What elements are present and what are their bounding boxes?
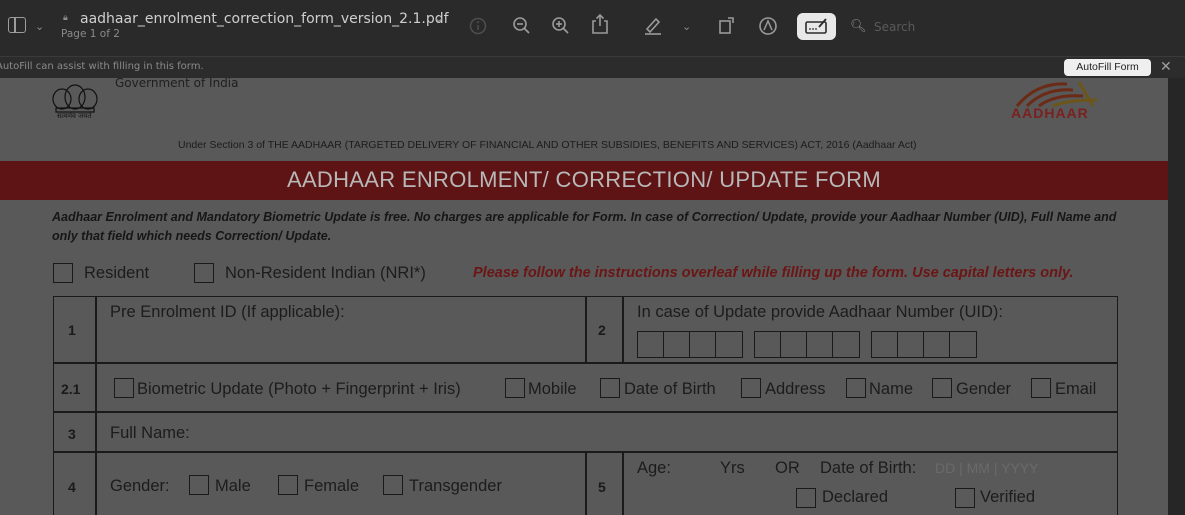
transgender-label: Transgender [409,477,502,495]
sidebar-toggle-icon[interactable] [8,17,26,33]
row-number: 2 [598,322,606,338]
pdf-page: सत्यमेव जयते Government of India AADHAAR… [0,78,1168,515]
highlight-pen-icon[interactable] [643,15,663,35]
page-indicator: Page 1 of 2 [61,28,120,40]
autofill-form-button[interactable]: AutoFill Form [1064,59,1151,76]
row-number: 4 [68,479,76,495]
date-of-birth-label: Date of Birth: [820,459,917,477]
zoom-out-icon[interactable] [512,16,532,36]
biometric-update-label: Biometric Update (Photo + Fingerprint + … [137,380,461,398]
pre-enrolment-id-label: Pre Enrolment ID (If applicable): [110,303,345,321]
or-label: OR [775,459,800,477]
female-label: Female [304,477,360,495]
share-icon[interactable] [591,13,609,35]
markup-icon[interactable] [758,16,778,36]
gender-label: Gender: [110,477,170,495]
vertical-scrollbar[interactable] [1168,78,1185,515]
verified-label: Verified [980,488,1036,506]
aadhaar-number-label: In case of Update provide Aadhaar Number… [637,303,1003,321]
zoom-in-icon[interactable] [551,16,571,36]
national-emblem-icon [52,84,98,113]
row-number: 2.1 [61,381,81,397]
male-checkbox[interactable] [189,475,209,495]
toolbar: ⌄ 🔒︎ aadhaar_enrolment_correction_form_v… [0,0,1185,56]
row-number: 3 [68,426,76,442]
close-icon[interactable]: ✕ [1160,59,1172,75]
female-checkbox[interactable] [278,475,298,495]
title-chevron-down-icon[interactable]: ⌄ [433,10,445,26]
autofill-message: AutoFill can assist with filling in this… [0,61,204,72]
nri-label: Non-Resident Indian (NRI*) [225,264,426,282]
form-fill-icon [805,18,827,34]
column-divider [622,296,624,362]
search-icon: 🔍︎ [850,19,867,34]
chevron-down-icon[interactable]: ⌄ [35,20,44,33]
form-filling-button[interactable] [797,13,836,40]
aadhaar-logo-icon [1015,81,1098,108]
declared-checkbox[interactable] [796,488,816,508]
mobile-label: Mobile [528,380,577,398]
column-divider [622,451,624,515]
document-title[interactable]: aadhaar_enrolment_correction_form_versio… [80,11,449,27]
address-label: Address [765,380,826,398]
name-label: Name [869,380,914,398]
rotate-icon[interactable] [717,15,737,35]
column-divider [585,451,587,515]
info-icon[interactable] [469,17,487,35]
declared-label: Declared [822,488,889,506]
uid-digits-group-2[interactable] [754,331,860,358]
email-checkbox[interactable] [1031,378,1051,398]
biometric-update-checkbox[interactable] [114,378,134,398]
highlight-options-chevron-icon[interactable]: ⌄ [682,20,691,33]
address-checkbox[interactable] [741,378,761,398]
date-of-birth-field[interactable]: DD | MM | YYYY [935,460,1038,476]
verified-checkbox[interactable] [955,488,975,508]
column-divider [585,296,587,362]
date-of-birth-option-label: Date of Birth [624,380,716,398]
gender-option-label: Gender [956,380,1012,398]
instruction-text: Please follow the instructions overleaf … [473,265,1074,281]
resident-label: Resident [84,264,150,282]
row-divider [53,411,1118,413]
row-number: 5 [598,479,606,495]
emblem-caption: सत्यमेव जयते [57,112,92,120]
gender-checkbox[interactable] [932,378,952,398]
uid-digits-group-1[interactable] [637,331,743,358]
search-box[interactable]: 🔍︎ Search [850,18,970,38]
autofill-banner: AutoFill can assist with filling in this… [0,56,1185,78]
resident-checkbox[interactable] [53,263,73,283]
full-name-label[interactable]: Full Name: [110,424,190,443]
uid-digits-group-3[interactable] [871,331,977,358]
years-label: Yrs [720,459,745,477]
male-label: Male [215,477,251,495]
aadhaar-logo-text: AADHAAR [1011,105,1089,121]
name-checkbox[interactable] [846,378,866,398]
form-title: AADHAAR ENROLMENT/ CORRECTION/ UPDATE FO… [286,167,881,192]
transgender-checkbox[interactable] [383,475,403,495]
free-enrolment-note: Aadhaar Enrolment and Mandatory Biometri… [52,210,1117,243]
row-divider [53,362,1118,364]
nri-checkbox[interactable] [194,263,214,283]
age-label: Age: [637,459,671,477]
email-label: Email [1055,380,1097,398]
act-reference: Under Section 3 of THE AADHAAR (TARGETED… [178,139,917,151]
date-of-birth-checkbox[interactable] [600,378,620,398]
row-number: 1 [68,322,76,338]
lock-icon: 🔒︎ [63,13,68,23]
column-divider [95,296,97,515]
government-of-india-text: Government of India [115,78,239,90]
search-input[interactable]: Search [874,20,915,34]
mobile-checkbox[interactable] [505,378,525,398]
